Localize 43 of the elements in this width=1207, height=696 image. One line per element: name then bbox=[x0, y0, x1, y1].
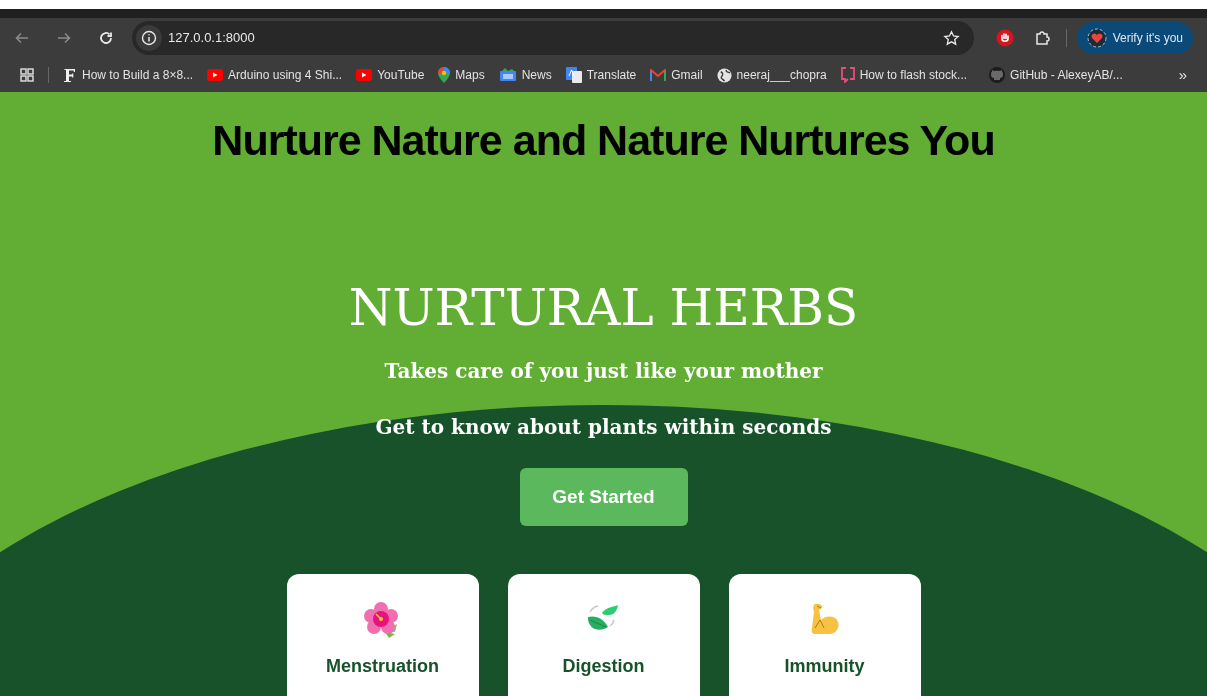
bookmark-link[interactable]: GitHub - AlexeyAB/... bbox=[989, 66, 1123, 84]
bookmark-link[interactable]: Maps bbox=[438, 66, 485, 84]
more-bookmarks-chevron[interactable]: » bbox=[1178, 63, 1187, 87]
url-text[interactable]: 127.0.0.1:8000 bbox=[168, 28, 943, 48]
bookmark-link[interactable]: Arduino using 4 Shi... bbox=[207, 66, 343, 84]
bookmark-link[interactable]: How to flash stock... bbox=[840, 66, 968, 84]
category-card[interactable]: Digestion bbox=[507, 574, 700, 696]
forward-icon[interactable] bbox=[56, 30, 72, 46]
newspaper-icon bbox=[498, 68, 517, 82]
cat-silhouette-icon bbox=[989, 67, 1006, 83]
reload-icon[interactable] bbox=[98, 30, 114, 46]
map-pin-icon bbox=[438, 67, 451, 83]
star-icon[interactable] bbox=[942, 29, 960, 47]
card-label: Digestion bbox=[562, 655, 645, 678]
translate-icon bbox=[565, 67, 582, 83]
card-label: Menstruation bbox=[326, 655, 439, 678]
category-card[interactable]: Menstruation bbox=[286, 574, 479, 696]
bookmark-link[interactable]: News bbox=[498, 66, 552, 84]
address-bar[interactable]: 127.0.0.1:8000 bbox=[132, 21, 974, 55]
heart-avatar-icon bbox=[1086, 28, 1107, 48]
brand-title: NURTURAL HERBS bbox=[348, 278, 859, 338]
back-icon[interactable] bbox=[14, 30, 30, 46]
play-button-icon bbox=[207, 69, 224, 81]
info-icon[interactable] bbox=[135, 24, 163, 52]
category-card[interactable]: Immunity bbox=[728, 574, 921, 696]
bookmark-link[interactable]: How to Build a 8×8... bbox=[63, 66, 194, 84]
letter-f-icon bbox=[63, 67, 77, 83]
subtitle-text: Takes care of you just like your mother bbox=[384, 358, 823, 385]
hand-stop-icon[interactable] bbox=[995, 29, 1014, 47]
card-label: Immunity bbox=[784, 655, 865, 678]
bookmark-link[interactable]: YouTube bbox=[356, 66, 425, 84]
puzzle-piece-icon[interactable] bbox=[1033, 29, 1052, 47]
bracket-icon bbox=[840, 67, 855, 83]
subtitle-text: Get to know about plants within seconds bbox=[375, 414, 832, 441]
letter-m-envelope-icon bbox=[650, 69, 667, 81]
verify-profile-button[interactable]: Verify it's you bbox=[1076, 22, 1193, 54]
bookmark-link[interactable]: neeraj___chopra bbox=[716, 66, 827, 84]
globe-icon bbox=[716, 67, 732, 83]
bookmark-link[interactable]: Translate bbox=[565, 66, 637, 84]
tagline-heading: Nurture Nature and Nature Nurtures You bbox=[212, 115, 995, 166]
bookmark-link[interactable]: Gmail bbox=[650, 66, 703, 84]
apps-grid-icon[interactable] bbox=[20, 68, 34, 82]
play-button-icon bbox=[356, 69, 373, 81]
